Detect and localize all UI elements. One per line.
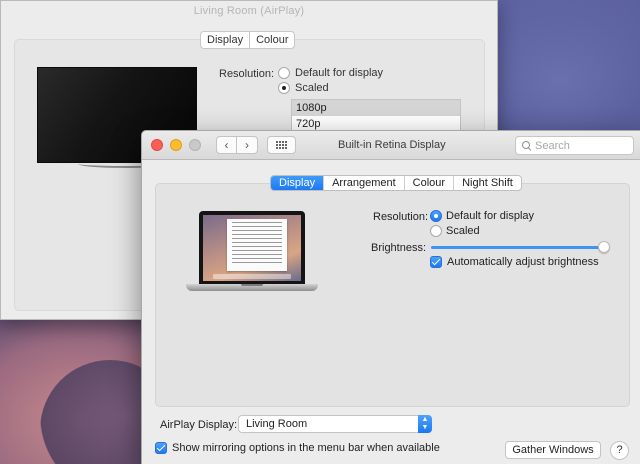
radio-scaled[interactable]: Scaled bbox=[278, 82, 329, 94]
radio-circle bbox=[278, 82, 290, 94]
chevron-left-icon: ‹ bbox=[224, 138, 229, 152]
search-placeholder: Search bbox=[535, 139, 570, 152]
window-title: Living Room (AirPlay) bbox=[193, 4, 305, 17]
tab-colour[interactable]: Colour bbox=[249, 32, 294, 48]
search-input[interactable]: Search bbox=[515, 136, 634, 155]
radio-default-for-display[interactable]: Default for display bbox=[278, 67, 383, 79]
radio-label: Default for display bbox=[295, 67, 384, 79]
minimize-button[interactable] bbox=[170, 139, 182, 151]
chevron-right-icon: › bbox=[245, 138, 249, 152]
window-toolbar: ‹ › Built-in Retina Display Search bbox=[142, 131, 640, 160]
brightness-label: Brightness: bbox=[371, 242, 427, 254]
radio-circle bbox=[278, 67, 290, 79]
radio-scaled[interactable]: Scaled bbox=[430, 225, 480, 237]
back-button[interactable]: ‹ bbox=[216, 136, 237, 154]
resolution-label: Resolution: bbox=[373, 211, 429, 223]
grid-icon bbox=[276, 141, 287, 149]
nav-buttons: ‹ › bbox=[216, 136, 258, 154]
airplay-display-select[interactable]: Living Room ▲ ▼ bbox=[238, 415, 432, 433]
chevron-updown-icon: ▲ ▼ bbox=[418, 415, 432, 433]
select-value: Living Room bbox=[246, 418, 308, 430]
radio-default-for-display[interactable]: Default for display bbox=[430, 210, 534, 222]
builtin-display-window: ‹ › Built-in Retina Display Search Displ… bbox=[141, 130, 640, 464]
traffic-lights bbox=[151, 139, 201, 151]
resolution-list[interactable]: 1080p 720p bbox=[291, 99, 461, 133]
slider-knob[interactable] bbox=[598, 241, 610, 253]
mirroring-options-checkbox[interactable]: Show mirroring options in the menu bar w… bbox=[155, 442, 440, 454]
zoom-button[interactable] bbox=[189, 139, 201, 151]
slider-fill bbox=[431, 246, 604, 249]
tab-display[interactable]: Display bbox=[271, 176, 324, 190]
tab-display[interactable]: Display bbox=[201, 32, 249, 48]
checkbox-box bbox=[430, 256, 442, 268]
list-item[interactable]: 1080p bbox=[292, 100, 460, 116]
gather-windows-button[interactable]: Gather Windows bbox=[505, 441, 601, 459]
radio-circle bbox=[430, 225, 442, 237]
radio-circle bbox=[430, 210, 442, 222]
tab-night-shift[interactable]: Night Shift bbox=[453, 176, 521, 190]
auto-brightness-checkbox[interactable]: Automatically adjust brightness bbox=[430, 256, 599, 268]
airplay-display-label: AirPlay Display: bbox=[160, 419, 238, 431]
show-all-button[interactable] bbox=[267, 136, 296, 154]
help-button[interactable]: ? bbox=[610, 441, 629, 460]
checkbox-label: Automatically adjust brightness bbox=[447, 256, 599, 268]
resolution-label: Resolution: bbox=[219, 68, 275, 80]
radio-label: Scaled bbox=[295, 82, 329, 94]
radio-label: Scaled bbox=[446, 225, 480, 237]
forward-button[interactable]: › bbox=[237, 136, 258, 154]
tab-arrangement[interactable]: Arrangement bbox=[323, 176, 404, 190]
tab-bar: Display Arrangement Colour Night Shift bbox=[270, 175, 522, 191]
tab-colour[interactable]: Colour bbox=[403, 176, 453, 190]
window-title: Built-in Retina Display bbox=[338, 139, 446, 151]
close-button[interactable] bbox=[151, 139, 163, 151]
checkbox-label: Show mirroring options in the menu bar w… bbox=[172, 442, 440, 454]
radio-label: Default for display bbox=[446, 210, 535, 222]
brightness-slider[interactable] bbox=[431, 239, 615, 255]
tab-bar: Display Colour bbox=[200, 31, 296, 49]
search-icon bbox=[522, 141, 531, 150]
macbook-image bbox=[186, 211, 318, 301]
checkbox-box bbox=[155, 442, 167, 454]
